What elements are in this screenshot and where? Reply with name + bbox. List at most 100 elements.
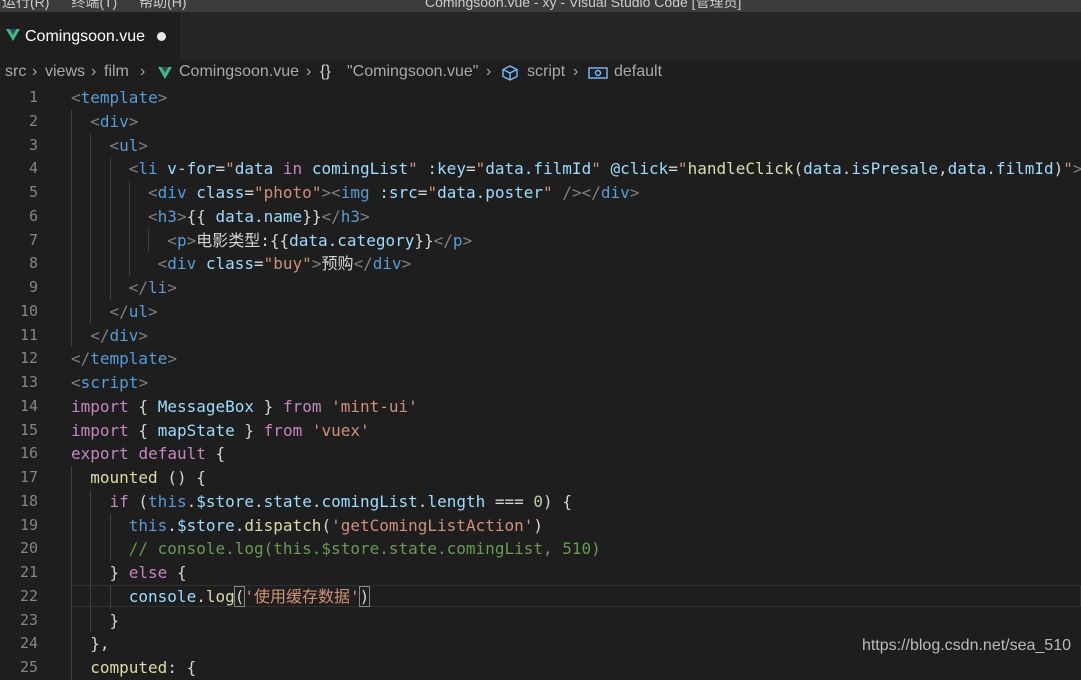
code-token: class	[196, 254, 254, 274]
code-token: $store	[176, 515, 235, 535]
code-token: h3	[157, 206, 177, 226]
code-line[interactable]: 20 // console.log(this.$store.state.comin…	[0, 537, 1081, 561]
code-token: </	[109, 301, 129, 321]
code-token: >	[401, 254, 412, 274]
code-line[interactable]: 11 </div>	[0, 323, 1081, 348]
unsaved-dot-icon[interactable]	[157, 32, 166, 41]
code-token: =	[254, 254, 264, 274]
code-line[interactable]: 19 this.$store.dispatch('getComingListAct…	[0, 513, 1081, 538]
chevron-right-icon: ›	[140, 63, 146, 80]
code-token: p	[176, 230, 187, 250]
code-token: length	[427, 491, 486, 511]
code-token: 'getComingListAction'	[331, 515, 534, 535]
code-text: <ul>	[71, 134, 149, 158]
code-token: template	[90, 349, 168, 369]
code-token: dispatch	[244, 515, 322, 535]
code-token: this	[128, 515, 168, 535]
code-line[interactable]: 13 <script>	[0, 371, 1081, 395]
code-token: 'mint-ui'	[331, 396, 418, 416]
line-number: 22	[19, 586, 38, 605]
code-token: default	[138, 444, 206, 464]
chevron-right-icon: ›	[32, 63, 38, 80]
code-line[interactable]: 5 <div class="photo"><img :src="data.post…	[0, 181, 1081, 205]
line-number: 11	[19, 325, 38, 344]
code-token: (	[233, 585, 246, 607]
line-number: 4	[28, 159, 38, 178]
code-token: MessageBox	[157, 396, 255, 416]
code-text: console.log('使用缓存数据')	[71, 585, 371, 609]
code-token: >	[138, 135, 149, 155]
code-token: log	[205, 586, 235, 606]
code-line[interactable]: 15 import { mapState } from 'vuex'	[0, 419, 1081, 443]
code-token: "	[677, 159, 688, 179]
breadcrumb-item-film[interactable]: film	[104, 63, 129, 81]
code-line[interactable]: 12 </template>	[0, 347, 1081, 371]
code-token: )	[533, 515, 544, 535]
code-token: p	[452, 230, 463, 250]
code-text: <h3>{{ data.name}}</h3>	[71, 205, 370, 229]
breadcrumb-item-file[interactable]: Comingsoon.vue	[179, 63, 299, 81]
tab-comingsoon-vue[interactable]: Comingsoon.vue	[0, 12, 180, 60]
code-line[interactable]: 7 <p>电影类型:{{data.category}}</p>	[0, 228, 1081, 253]
code-line[interactable]: 10 </ul>	[0, 299, 1081, 324]
code-token: mounted	[90, 468, 158, 487]
code-token: :src	[369, 183, 418, 202]
code-token: ) {	[543, 491, 572, 511]
code-editor[interactable]: 1 <template> 2 <div> 3 <ul> 4 <li v-for="data i…	[0, 86, 1081, 680]
code-line[interactable]: 6 <h3>{{ data.name}}</h3>	[0, 204, 1081, 229]
code-line[interactable]: 2 <div>	[0, 109, 1081, 134]
code-token: div	[372, 254, 402, 274]
line-number: 23	[19, 610, 38, 629]
code-line[interactable]: 3 <ul>	[0, 133, 1081, 158]
braces-icon: {}	[320, 63, 331, 80]
code-token: script	[80, 373, 139, 392]
code-text: <li v-for="data in comingList" :key="dat…	[71, 157, 1081, 181]
code-token: >	[138, 373, 149, 392]
breadcrumb-item-component[interactable]: "Comingsoon.vue"	[347, 63, 478, 81]
code-line[interactable]: 4 <li v-for="data in comingList" :key="da…	[0, 157, 1081, 181]
code-token: ul	[128, 301, 149, 321]
breadcrumb-item-src[interactable]: src	[5, 63, 26, 81]
code-line[interactable]: 16 export default {	[0, 442, 1081, 466]
code-token: "	[543, 183, 553, 202]
code-line[interactable]: 8 <div class="buy">预购</div>	[0, 252, 1081, 276]
code-text: <p>电影类型:{{data.category}}</p>	[71, 229, 472, 253]
code-token: }	[109, 610, 120, 630]
code-line[interactable]: 14 import { MessageBox } from 'mint-ui'	[0, 395, 1081, 419]
code-line[interactable]: 9 </li>	[0, 276, 1081, 300]
code-text: computed: {	[71, 656, 196, 680]
line-number: 21	[19, 563, 38, 581]
code-token: <	[128, 159, 139, 179]
code-token: =	[244, 183, 255, 202]
watermark: https://blog.csdn.net/sea_510	[861, 637, 1071, 654]
breadcrumb-item-default[interactable]: default	[614, 63, 662, 81]
code-token: >	[311, 254, 322, 274]
code-token: </	[90, 325, 110, 345]
code-line[interactable]: 17 mounted () {	[0, 466, 1081, 490]
code-token: li	[138, 159, 158, 179]
code-token: .	[186, 491, 197, 511]
code-line[interactable]: 18 if (this.$store.state.comingList.lengt…	[0, 489, 1081, 514]
code-line[interactable]: 1 <template>	[0, 86, 1081, 110]
code-line[interactable]: 22 console.log('使用缓存数据')	[0, 584, 1081, 609]
code-token: "	[1063, 159, 1073, 179]
breadcrumb-item-script[interactable]: script	[527, 63, 565, 81]
vue-icon	[158, 67, 172, 79]
code-token: "	[225, 159, 235, 179]
code-line[interactable]: 21} else {	[0, 561, 1081, 585]
breadcrumb-item-views[interactable]: views	[45, 63, 85, 81]
code-token: div	[167, 254, 197, 274]
code-line[interactable]: 23}	[0, 608, 1081, 633]
code-token: data.name	[215, 206, 303, 226]
line-number: 20	[19, 539, 38, 558]
code-token: }}	[302, 206, 322, 226]
line-number: 24	[19, 634, 38, 653]
code-line[interactable]: 25 computed: {	[0, 656, 1081, 680]
line-number: 13	[19, 373, 38, 391]
code-token: =	[668, 159, 678, 179]
line-number: 16	[19, 444, 38, 463]
menu-bar[interactable]: 运行(R) 终端(T) 帮助(H)	[2, 0, 187, 12]
vue-icon	[6, 29, 20, 41]
line-number: 12	[19, 349, 38, 368]
